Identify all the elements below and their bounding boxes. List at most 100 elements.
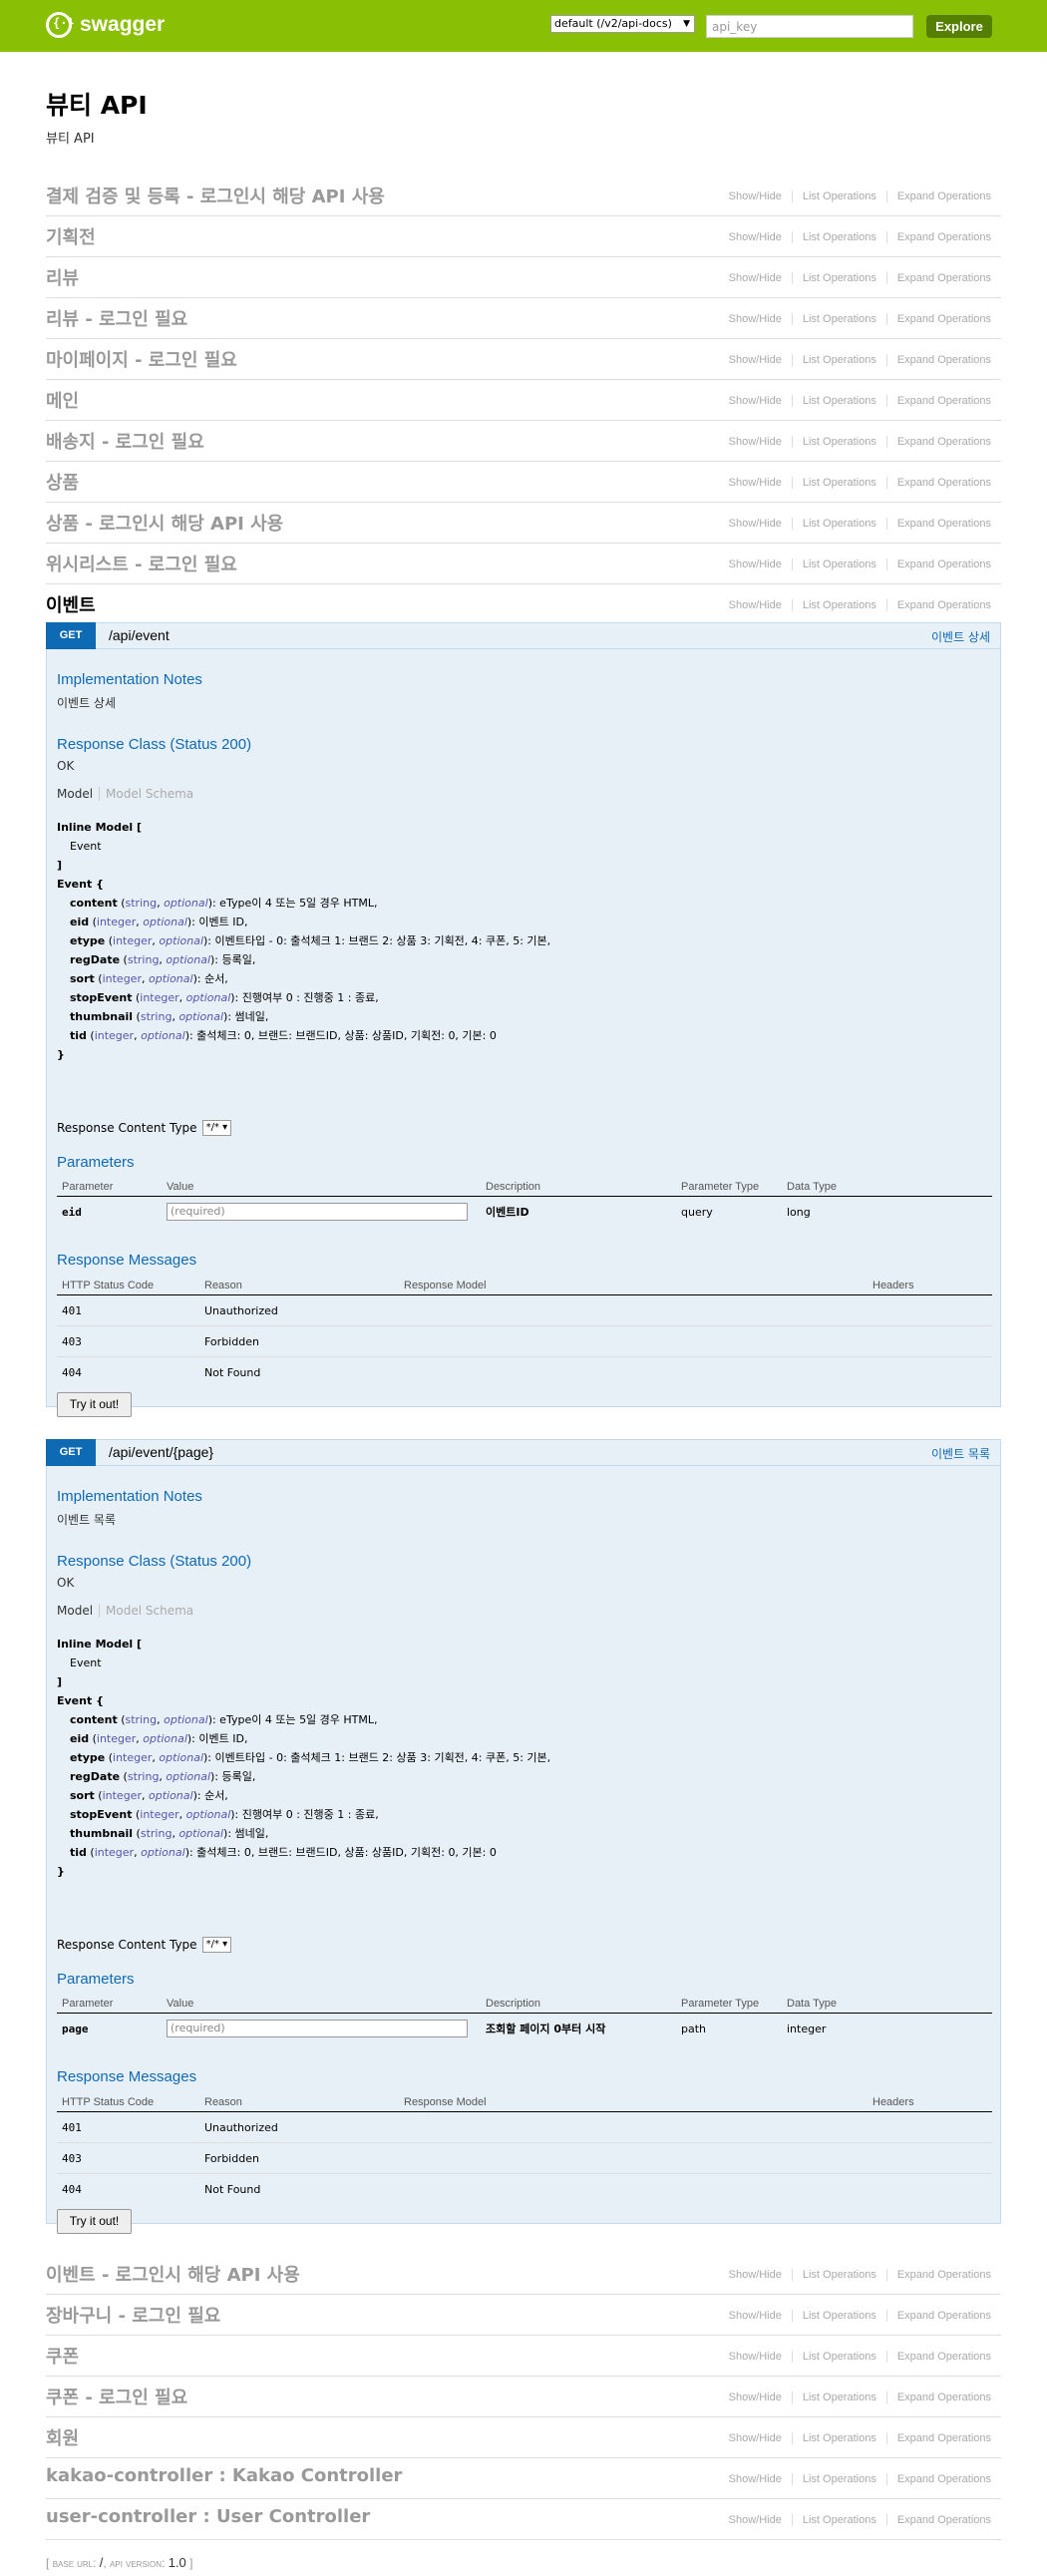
list-operations-link[interactable]: List Operations [793,477,887,489]
list-operations-link[interactable]: List Operations [793,518,887,530]
http-method-badge[interactable]: GET [46,622,96,649]
expand-operations-link[interactable]: Expand Operations [887,599,991,611]
list-operations-link[interactable]: List Operations [793,231,887,243]
resource-title[interactable]: 상품 - 로그인시 해당 API 사용 [46,510,283,536]
expand-operations-link[interactable]: Expand Operations [887,477,991,489]
expand-operations-link[interactable]: Expand Operations [887,2473,991,2485]
parameter-value-input[interactable]: (required) [167,1203,468,1221]
expand-operations-link[interactable]: Expand Operations [887,2269,991,2281]
resource-title[interactable]: 쿠폰 - 로그인 필요 [46,2384,187,2409]
operation-summary[interactable]: 이벤트 상세 [931,628,990,645]
status-code: 401 [57,2111,199,2143]
expand-operations-link[interactable]: Expand Operations [887,2310,991,2322]
content-type-select[interactable]: */* ▾ [201,1120,232,1136]
resource-title[interactable]: 위시리스트 - 로그인 필요 [46,551,237,576]
operation-path[interactable]: /api/event [109,627,170,643]
expand-operations-link[interactable]: Expand Operations [887,272,991,284]
resource-title[interactable]: 이벤트 - 로그인시 해당 API 사용 [46,2261,300,2287]
resource-title[interactable]: 리뷰 - 로그인 필요 [46,305,187,331]
show-hide-link[interactable]: Show/Hide [719,2310,793,2322]
property-optional: optional [159,1751,204,1764]
column-header: Response Model [399,2093,868,2112]
model-schema-tab[interactable]: Model Schema [100,1604,193,1618]
expand-operations-link[interactable]: Expand Operations [887,558,991,570]
list-operations-link[interactable]: List Operations [793,599,887,611]
list-operations-link[interactable]: List Operations [793,2269,887,2281]
operation-path[interactable]: /api/event/{page} [109,1444,213,1460]
list-operations-link[interactable]: List Operations [793,2351,887,2363]
list-operations-link[interactable]: List Operations [793,558,887,570]
model-tab[interactable]: Model [57,787,101,801]
model-schema-tab[interactable]: Model Schema [100,787,193,801]
resource-title[interactable]: 이벤트 [46,591,96,617]
resource-title[interactable]: 장바구니 - 로그인 필요 [46,2302,220,2328]
expand-operations-link[interactable]: Expand Operations [887,395,991,407]
list-operations-link[interactable]: List Operations [793,354,887,366]
operation-heading[interactable]: GET/api/event 이벤트 상세 [46,622,1000,649]
list-operations-link[interactable]: List Operations [793,190,887,202]
resource-title[interactable]: 리뷰 [46,264,79,290]
show-hide-link[interactable]: Show/Hide [719,354,793,366]
show-hide-link[interactable]: Show/Hide [719,272,793,284]
show-hide-link[interactable]: Show/Hide [719,2392,793,2403]
expand-operations-link[interactable]: Expand Operations [887,2392,991,2403]
expand-operations-link[interactable]: Expand Operations [887,190,991,202]
show-hide-link[interactable]: Show/Hide [719,477,793,489]
operation-heading[interactable]: GET/api/event/{page} 이벤트 목록 [46,1439,1000,1466]
expand-operations-link[interactable]: Expand Operations [887,231,991,243]
show-hide-link[interactable]: Show/Hide [719,599,793,611]
explore-button[interactable]: Explore [926,15,992,38]
list-operations-link[interactable]: List Operations [793,272,887,284]
http-method-badge[interactable]: GET [46,1439,96,1466]
resource-title[interactable]: 쿠폰 [46,2343,79,2369]
expand-operations-link[interactable]: Expand Operations [887,2351,991,2363]
expand-operations-link[interactable]: Expand Operations [887,2432,991,2444]
show-hide-link[interactable]: Show/Hide [719,518,793,530]
show-hide-link[interactable]: Show/Hide [719,2473,793,2485]
list-operations-link[interactable]: List Operations [793,2432,887,2444]
list-operations-link[interactable]: List Operations [793,313,887,325]
parameter-value-input[interactable]: (required) [167,2020,468,2037]
logo-text: swagger [80,13,166,36]
try-it-out-button[interactable]: Try it out! [57,1392,132,1417]
try-it-out-button[interactable]: Try it out! [57,2209,132,2234]
list-operations-link[interactable]: List Operations [793,2392,887,2403]
resource-title[interactable]: 배송지 - 로그인 필요 [46,428,204,454]
spec-select[interactable]: default (/v2/api-docs) ▼ [550,15,695,33]
show-hide-link[interactable]: Show/Hide [719,2514,793,2526]
resource-section: 이벤트 Show/Hide List Operations Expand Operat… [46,584,1001,625]
resource-title[interactable]: kakao-controller : Kakao Controller [46,2465,402,2486]
expand-operations-link[interactable]: Expand Operations [887,354,991,366]
resource-title[interactable]: 결제 검증 및 등록 - 로그인시 해당 API 사용 [46,183,385,208]
resource-title[interactable]: 상품 [46,469,79,495]
content-type-value: */* [205,1939,219,1950]
resource-title[interactable]: 메인 [46,387,79,413]
resource-title[interactable]: 기획전 [46,223,96,249]
show-hide-link[interactable]: Show/Hide [719,2351,793,2363]
show-hide-link[interactable]: Show/Hide [719,313,793,325]
list-operations-link[interactable]: List Operations [793,2514,887,2526]
expand-operations-link[interactable]: Expand Operations [887,2514,991,2526]
api-key-input[interactable]: api_key [706,15,913,38]
show-hide-link[interactable]: Show/Hide [719,231,793,243]
show-hide-link[interactable]: Show/Hide [719,2432,793,2444]
expand-operations-link[interactable]: Expand Operations [887,518,991,530]
show-hide-link[interactable]: Show/Hide [719,395,793,407]
show-hide-link[interactable]: Show/Hide [719,436,793,448]
list-operations-link[interactable]: List Operations [793,436,887,448]
resource-title[interactable]: 마이페이지 - 로그인 필요 [46,346,237,372]
resource-title[interactable]: 회원 [46,2424,79,2450]
logo[interactable]: {·} swagger [46,12,165,38]
operation-summary[interactable]: 이벤트 목록 [931,1445,990,1462]
list-operations-link[interactable]: List Operations [793,2473,887,2485]
list-operations-link[interactable]: List Operations [793,395,887,407]
expand-operations-link[interactable]: Expand Operations [887,436,991,448]
resource-title[interactable]: user-controller : User Controller [46,2506,370,2527]
expand-operations-link[interactable]: Expand Operations [887,313,991,325]
list-operations-link[interactable]: List Operations [793,2310,887,2322]
model-tab[interactable]: Model [57,1604,101,1618]
show-hide-link[interactable]: Show/Hide [719,190,793,202]
show-hide-link[interactable]: Show/Hide [719,2269,793,2281]
show-hide-link[interactable]: Show/Hide [719,558,793,570]
content-type-select[interactable]: */* ▾ [201,1937,232,1953]
